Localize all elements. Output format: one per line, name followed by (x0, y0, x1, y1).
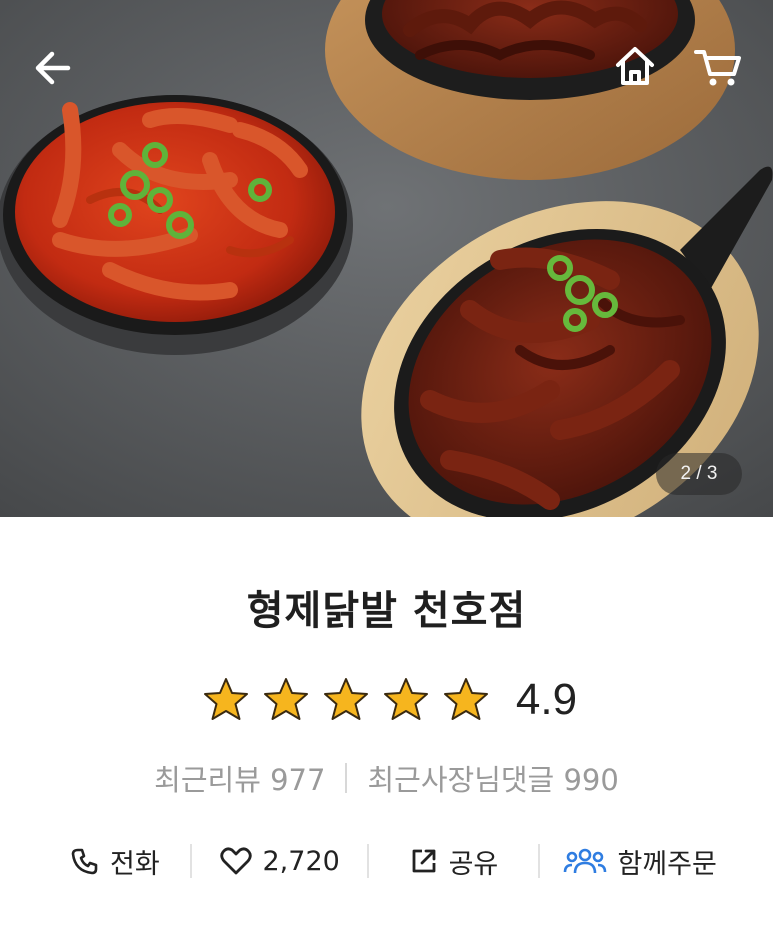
store-photo-carousel[interactable]: 2 / 3 (0, 0, 773, 517)
share-icon (412, 849, 435, 873)
cart-icon (694, 50, 741, 86)
group-users-icon (564, 848, 607, 874)
rating-value: 4.9 (515, 675, 578, 724)
star-icon (383, 678, 428, 720)
star-icon (323, 678, 368, 720)
star-icon (263, 678, 308, 720)
call-label: 전화 (110, 848, 160, 880)
divider (345, 763, 348, 793)
arrow-left-icon (35, 51, 71, 85)
rating-row: 4.9 (0, 672, 773, 728)
home-icon (616, 47, 654, 85)
action-bar: 전화 2,720 공유 함께주문 (40, 832, 740, 890)
group-order-button[interactable]: 함께주문 (540, 832, 740, 890)
back-button[interactable] (28, 42, 80, 94)
store-name: 형제닭발 천호점 (246, 588, 527, 634)
star-icon (443, 678, 488, 720)
recent-owner-replies-link[interactable]: 최근사장님댓글 990 (367, 757, 618, 799)
heart-icon (219, 847, 252, 875)
review-counts: 최근리뷰 977 최근사장님댓글 990 (0, 756, 773, 800)
like-count: 2,720 (262, 845, 340, 877)
like-button[interactable]: 2,720 (192, 832, 367, 890)
recent-reviews-link[interactable]: 최근리뷰 977 (154, 757, 325, 799)
star-icon (203, 678, 248, 720)
group-order-label: 함께주문 (617, 848, 717, 880)
photo-pager-indicator: 2 / 3 (656, 453, 742, 495)
cart-button[interactable] (690, 40, 746, 92)
phone-icon (71, 848, 98, 875)
share-label: 공유 (448, 848, 499, 880)
share-button[interactable]: 공유 (369, 832, 539, 890)
call-button[interactable]: 전화 (40, 832, 190, 890)
home-button[interactable] (609, 40, 661, 92)
